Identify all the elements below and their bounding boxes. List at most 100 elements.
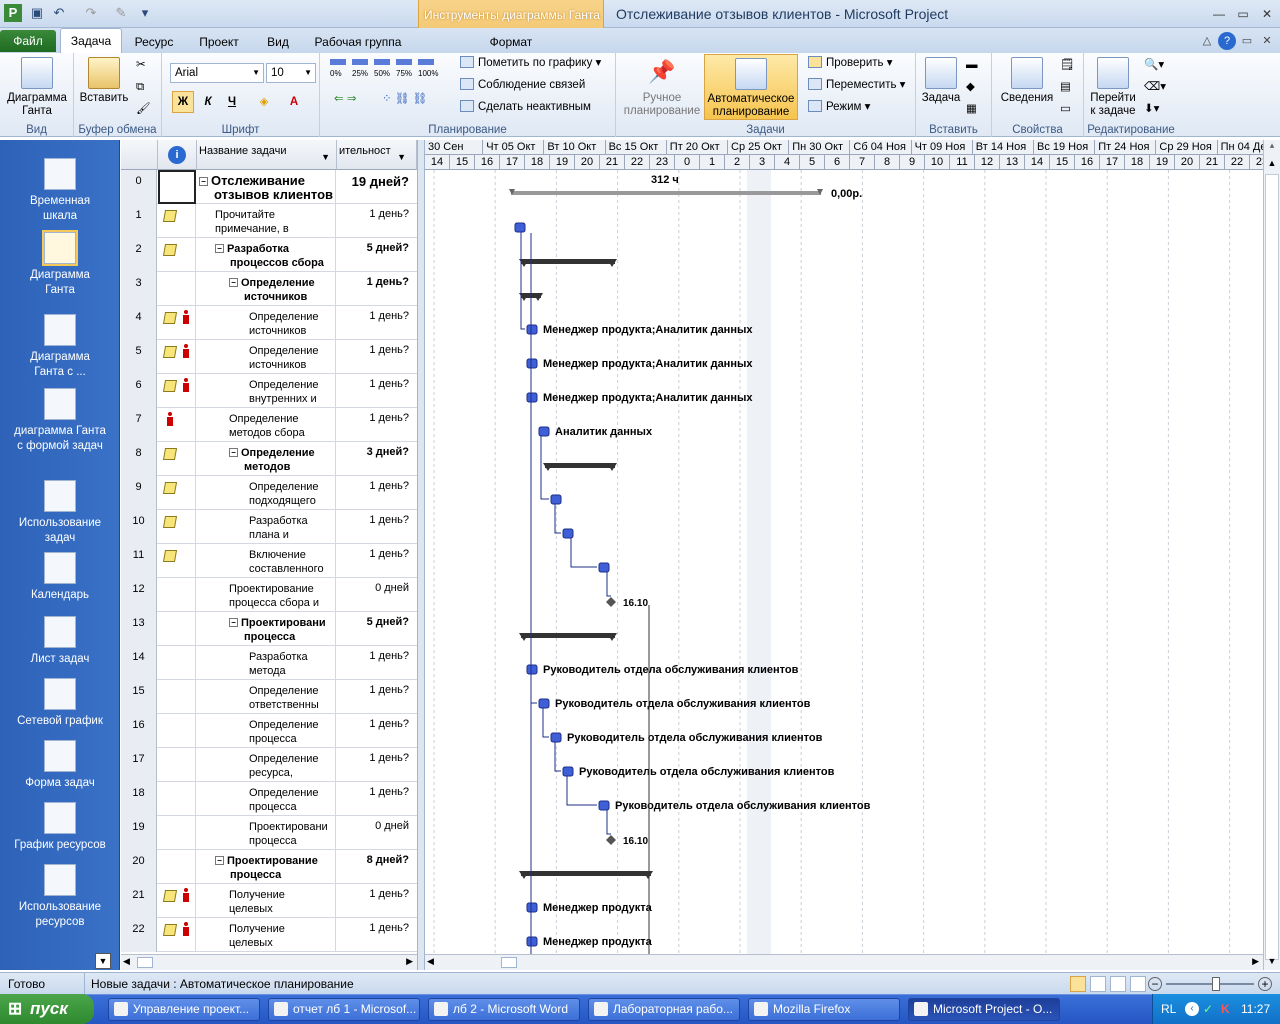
duration-cell[interactable]: 1 день? bbox=[337, 204, 413, 238]
zoom-slider-thumb[interactable] bbox=[1212, 977, 1220, 991]
taskbar-button-4[interactable]: Mozilla Firefox bbox=[748, 998, 900, 1021]
view-item-3[interactable]: диаграмма Ганта с формой задач bbox=[0, 388, 120, 454]
scroll-up-icon[interactable]: ▲ bbox=[1266, 158, 1278, 170]
start-button[interactable]: ⊞ пуск bbox=[0, 994, 94, 1024]
maximize-button[interactable]: ▭ bbox=[1232, 6, 1254, 22]
copy-icon[interactable]: ⧉ bbox=[136, 79, 144, 95]
close-button[interactable]: ✕ bbox=[1256, 6, 1278, 22]
row-number[interactable]: 9 bbox=[121, 476, 157, 510]
duration-cell[interactable]: 5 дней? bbox=[337, 612, 413, 646]
row-number[interactable]: 19 bbox=[121, 816, 157, 850]
row-number[interactable]: 2 bbox=[121, 238, 157, 272]
note-icon[interactable] bbox=[162, 380, 178, 392]
milestone-icon[interactable]: ◆ bbox=[966, 79, 975, 95]
table-row[interactable]: 20 − Проектирование процесса 8 дней? bbox=[121, 850, 417, 884]
view-item-0[interactable]: Временная шкала bbox=[0, 158, 120, 224]
collapse-toggle-icon[interactable]: − bbox=[229, 448, 238, 457]
pct-100-button[interactable]: 100% bbox=[418, 59, 438, 82]
zoom-slider-track[interactable] bbox=[1166, 983, 1254, 985]
font-color-icon[interactable]: A bbox=[284, 91, 304, 113]
task-name-cell[interactable]: Включение составленного bbox=[197, 544, 336, 578]
table-row[interactable]: 4 Определение источников 1 день? bbox=[121, 306, 417, 340]
note-icon[interactable] bbox=[162, 448, 178, 460]
duration-cell[interactable]: 0 дней bbox=[337, 816, 413, 850]
row-number[interactable]: 7 bbox=[121, 408, 157, 442]
duration-cell[interactable]: 1 день? bbox=[337, 374, 413, 408]
tray-network-icon[interactable]: ✓ bbox=[1203, 994, 1213, 1024]
help-icon[interactable]: ? bbox=[1218, 32, 1236, 50]
view-item-1[interactable]: Диаграмма Ганта bbox=[0, 230, 120, 298]
row-number[interactable]: 22 bbox=[121, 918, 157, 952]
table-row[interactable]: 14 Разработка метода 1 день? bbox=[121, 646, 417, 680]
row-number[interactable]: 16 bbox=[121, 714, 157, 748]
zoom-in-icon[interactable]: + bbox=[1258, 977, 1272, 991]
row-number[interactable]: 11 bbox=[121, 544, 157, 578]
table-scroll-right-icon[interactable]: ▶ bbox=[406, 956, 413, 967]
clear-icon[interactable]: ⌫▾ bbox=[1144, 79, 1166, 95]
task-name-cell[interactable]: Определение методов сбора bbox=[197, 408, 336, 442]
tab-view[interactable]: Вид bbox=[258, 32, 298, 53]
note-icon[interactable] bbox=[162, 244, 178, 256]
table-row[interactable]: 5 Определение источников 1 день? bbox=[121, 340, 417, 374]
paste-button[interactable]: Вставить bbox=[78, 57, 130, 105]
column-name-dropdown-icon[interactable]: ▼ bbox=[321, 150, 330, 164]
duration-cell[interactable]: 1 день? bbox=[337, 408, 413, 442]
resource-overallocated-icon[interactable] bbox=[166, 412, 174, 426]
duration-cell[interactable]: 1 день? bbox=[337, 306, 413, 340]
tab-project[interactable]: Проект bbox=[192, 32, 246, 53]
duration-cell[interactable]: 1 день? bbox=[337, 272, 413, 306]
gantt-chart-button[interactable]: Диаграмма Ганта bbox=[2, 57, 72, 118]
task-name-cell[interactable]: Определение внутренних и bbox=[197, 374, 336, 408]
resource-overallocated-icon[interactable] bbox=[182, 344, 190, 358]
table-row[interactable]: 0 − Отслеживание отзывов клиентов 19 дней? bbox=[121, 170, 417, 204]
table-row[interactable]: 22 Получение целевых 1 день? bbox=[121, 918, 417, 952]
view-task-usage-shortcut-icon[interactable] bbox=[1090, 976, 1106, 992]
view-item-9[interactable]: График ресурсов bbox=[0, 802, 120, 853]
zoom-out-icon[interactable]: − bbox=[1148, 977, 1162, 991]
table-row[interactable]: 21 Получение целевых 1 день? bbox=[121, 884, 417, 918]
language-indicator[interactable]: RL bbox=[1161, 994, 1176, 1024]
restore-doc-icon[interactable]: ▭ bbox=[1238, 32, 1256, 50]
duration-cell[interactable]: 5 дней? bbox=[337, 238, 413, 272]
note-icon[interactable] bbox=[162, 312, 178, 324]
duration-cell[interactable]: 1 день? bbox=[337, 340, 413, 374]
duration-cell[interactable]: 1 день? bbox=[337, 748, 413, 782]
task-name-cell[interactable]: Определение ответственны bbox=[197, 680, 336, 714]
format-painter-icon[interactable]: 🖌 bbox=[136, 101, 151, 117]
move-button[interactable]: Переместить ▾ bbox=[808, 77, 905, 93]
row-number[interactable]: 0 bbox=[121, 170, 157, 204]
vertical-scrollbar[interactable]: ▲ ▴ ▼ bbox=[1263, 140, 1280, 970]
table-row[interactable]: 9 Определение подходящего 1 день? bbox=[121, 476, 417, 510]
column-header-name[interactable]: Название задачи ▼ bbox=[197, 140, 337, 170]
row-number[interactable]: 6 bbox=[121, 374, 157, 408]
scroll-top-icon[interactable]: ▴ bbox=[1266, 140, 1278, 152]
table-row[interactable]: 13 − Проектировани процесса 5 дней? bbox=[121, 612, 417, 646]
row-number[interactable]: 8 bbox=[121, 442, 157, 476]
table-row[interactable]: 19 Проектировани процесса 0 дней bbox=[121, 816, 417, 850]
add-to-timeline-icon[interactable]: ▭ bbox=[1060, 101, 1071, 117]
task-name-cell[interactable]: Определение ресурса, bbox=[197, 748, 336, 782]
duration-cell[interactable]: 1 день? bbox=[337, 476, 413, 510]
gantt-scroll-left-icon[interactable]: ◀ bbox=[427, 956, 434, 967]
inspect-button[interactable]: Проверить ▾ bbox=[808, 55, 892, 71]
task-name-cell[interactable]: Определение подходящего bbox=[197, 476, 336, 510]
task-name-cell[interactable]: Разработка плана и bbox=[197, 510, 336, 544]
note-icon[interactable] bbox=[162, 210, 178, 222]
table-scroll-left-icon[interactable]: ◀ bbox=[123, 956, 130, 967]
quick-access-menu-icon[interactable]: ▾ bbox=[136, 4, 154, 22]
scroll-down-icon[interactable]: ▼ bbox=[1266, 956, 1278, 968]
duration-cell[interactable]: 1 день? bbox=[337, 714, 413, 748]
table-row[interactable]: 11 Включение составленного 1 день? bbox=[121, 544, 417, 578]
mode-button[interactable]: Режим ▾ bbox=[808, 99, 870, 115]
table-row[interactable]: 17 Определение ресурса, 1 день? bbox=[121, 748, 417, 782]
redo-icon[interactable]: ↷ bbox=[82, 4, 100, 22]
duration-cell[interactable]: 3 дней? bbox=[337, 442, 413, 476]
indicators-header[interactable]: i bbox=[158, 140, 197, 170]
column-header-duration[interactable]: ительност ▼ bbox=[337, 140, 417, 170]
insert-task-button[interactable]: Задача bbox=[918, 57, 964, 105]
note-icon[interactable] bbox=[162, 482, 178, 494]
gantt-scroll-right-icon[interactable]: ▶ bbox=[1252, 956, 1259, 967]
view-item-10[interactable]: Использование ресурсов bbox=[0, 864, 120, 930]
collapse-toggle-icon[interactable]: − bbox=[199, 177, 208, 186]
task-name-cell[interactable]: Разработка метода bbox=[197, 646, 336, 680]
